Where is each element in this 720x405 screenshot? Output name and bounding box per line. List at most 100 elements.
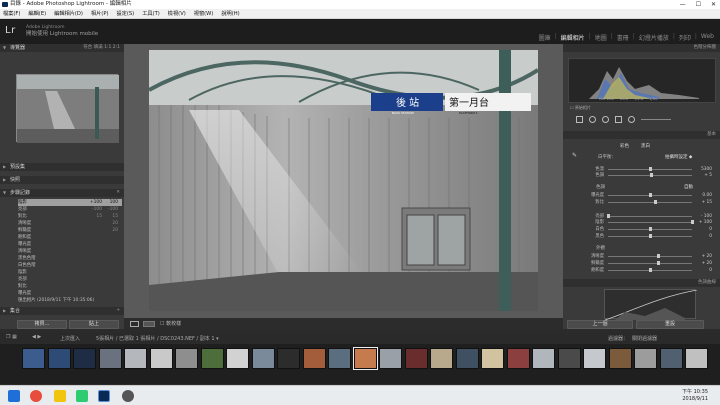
graduated-filter-icon[interactable] — [615, 115, 622, 123]
brush-slider[interactable] — [641, 118, 671, 120]
filter-dropdown[interactable]: 關閉過濾器 — [632, 335, 657, 342]
paste-settings-button[interactable]: 貼上 — [69, 320, 119, 329]
filmstrip-thumbnail[interactable] — [659, 348, 683, 369]
histogram-header[interactable]: 色階分佈圖 — [563, 44, 720, 52]
file-explorer-icon[interactable] — [54, 390, 66, 402]
minimize-button[interactable]: — — [680, 0, 686, 9]
maximize-button[interactable]: ☐ — [696, 0, 701, 9]
slider-track[interactable] — [608, 216, 692, 217]
close-button[interactable]: ✕ — [711, 0, 716, 9]
slider-value[interactable]: 0 — [709, 233, 712, 240]
history-item[interactable]: 亮部 — [18, 276, 122, 283]
reset-button[interactable]: 重設 — [636, 320, 704, 329]
spot-removal-icon[interactable] — [589, 115, 596, 123]
slider-knob[interactable] — [606, 214, 610, 218]
history-item[interactable]: 陰影 +100 100 — [18, 199, 122, 206]
history-item[interactable]: 飽和度 — [18, 234, 122, 241]
history-item[interactable]: 亮部 -100 -100 — [18, 206, 122, 213]
original-photo-checkbox[interactable]: ☐ 原始相片 — [570, 105, 591, 111]
module-slideshow[interactable]: 幻燈片播放 — [639, 33, 669, 42]
nav-arrows[interactable]: ◀ ▶ — [32, 334, 41, 340]
red-eye-icon[interactable] — [602, 115, 609, 123]
radial-filter-icon[interactable] — [628, 115, 635, 123]
menu-settings[interactable]: 設定(S) — [116, 10, 134, 17]
main-photo[interactable]: 後 站 第一月台 BACK STATION PLATFORM 1 — [149, 50, 538, 311]
app-icon[interactable] — [122, 390, 134, 402]
wb-eyedropper-icon[interactable]: ✎ — [572, 152, 580, 160]
slider-track[interactable] — [608, 263, 692, 264]
slider-knob[interactable] — [648, 227, 652, 231]
filmstrip-thumbnail[interactable] — [98, 348, 122, 369]
module-develop[interactable]: 編輯相片 — [561, 33, 585, 42]
slider-value[interactable]: + 100 — [699, 219, 712, 226]
filmstrip-thumbnail[interactable] — [22, 348, 45, 369]
copy-settings-button[interactable]: 拷貝… — [17, 320, 67, 329]
slider-knob[interactable] — [656, 261, 660, 265]
slider-knob[interactable] — [648, 268, 652, 272]
filmstrip-thumbnail[interactable] — [455, 348, 479, 369]
loupe-view-icon[interactable] — [130, 321, 139, 327]
menu-file[interactable]: 檔案(F) — [3, 10, 20, 17]
navigator-header[interactable]: ▼ 導覽器 符合 填滿 1:1 2:1 — [0, 44, 124, 52]
navigator-thumbnail[interactable] — [16, 74, 119, 143]
history-item[interactable]: 清晰度 — [18, 248, 122, 255]
collections-header[interactable]: ▶ 集合 + — [0, 307, 124, 315]
presets-header[interactable]: ▶ 預設集 — [0, 163, 124, 171]
module-web[interactable]: Web — [701, 33, 714, 42]
tone-curve-header[interactable]: 色調曲線 — [563, 279, 720, 287]
history-item[interactable]: 黑色色階 — [18, 255, 122, 262]
treatment-color[interactable]: 彩色 — [620, 143, 629, 149]
before-after-icon[interactable] — [143, 321, 155, 327]
menu-window[interactable]: 視窗(W) — [194, 10, 214, 17]
history-item[interactable]: 對比 15 15 — [18, 213, 122, 220]
menu-tools[interactable]: 工具(T) — [142, 10, 160, 17]
filmstrip-thumbnail[interactable] — [251, 348, 275, 369]
filmstrip-thumbnail[interactable] — [557, 348, 581, 369]
lightroom-mobile-link[interactable]: 開始使用 Lightroom mobile — [26, 31, 98, 37]
slider-knob[interactable] — [656, 254, 660, 258]
filmstrip-thumbnail[interactable] — [73, 348, 96, 369]
slider-value[interactable]: + 5 — [704, 172, 712, 179]
wb-dropdown[interactable]: 拍攝時設定 ◆ — [665, 154, 692, 160]
filmstrip-thumbnail[interactable] — [200, 348, 224, 369]
menu-edit[interactable]: 編輯(E) — [28, 10, 46, 17]
clear-history-icon[interactable]: ✕ — [116, 189, 120, 197]
module-library[interactable]: 圖庫 — [539, 33, 551, 42]
treatment-bw[interactable]: 黑白 — [641, 143, 650, 149]
history-item[interactable]: 曝光度 — [18, 241, 122, 248]
module-map[interactable]: 地圖 — [595, 33, 607, 42]
filmstrip-thumbnail[interactable] — [149, 348, 173, 369]
slider-track[interactable] — [608, 256, 692, 257]
lightroom-taskbar-icon[interactable] — [98, 390, 110, 402]
slider-value[interactable]: 0.00 — [702, 192, 712, 199]
menu-photo[interactable]: 相片(P) — [91, 10, 109, 17]
history-item[interactable]: 匯出相片 (2018/9/11 下午 10:35:06) — [18, 297, 122, 304]
histogram[interactable]: ISO 200 24.0 f/1.4 1/50 — [568, 58, 716, 103]
slider-knob[interactable] — [648, 193, 652, 197]
zoom-1-1[interactable]: 1:1 — [104, 45, 111, 50]
filmstrip-thumbnail[interactable] — [47, 348, 71, 369]
zoom-fit[interactable]: 符合 — [83, 45, 92, 50]
filmstrip-thumbnail[interactable] — [506, 348, 530, 369]
filmstrip-thumbnail[interactable] — [379, 348, 402, 369]
slider-knob[interactable] — [648, 167, 652, 171]
softproof-checkbox[interactable]: ☐ 軟校樣 — [160, 320, 181, 327]
previous-button[interactable]: 上一個 — [567, 320, 633, 329]
snapshots-header[interactable]: ▶ 快照 — [0, 176, 124, 184]
slider-knob[interactable] — [650, 173, 654, 177]
filmstrip-thumbnail[interactable] — [481, 348, 504, 369]
filmstrip-thumbnail[interactable] — [352, 347, 378, 370]
filmstrip-thumbnail[interactable] — [634, 348, 657, 369]
history-item[interactable]: 白色色階 — [18, 262, 122, 269]
filmstrip-thumbnail[interactable] — [583, 348, 606, 369]
filmstrip-thumbnail[interactable] — [175, 348, 198, 369]
slider-value[interactable]: 0 — [709, 267, 712, 274]
menu-view[interactable]: 檢視(V) — [168, 10, 186, 17]
slider-value[interactable]: + 20 — [702, 260, 712, 267]
slider-track[interactable] — [608, 202, 692, 203]
chrome-icon[interactable] — [30, 390, 42, 402]
filmstrip-thumbnail[interactable] — [124, 348, 147, 369]
app-icon[interactable] — [76, 390, 88, 402]
filmstrip-thumbnail[interactable] — [404, 348, 428, 369]
slider-value[interactable]: + 15 — [702, 199, 712, 206]
